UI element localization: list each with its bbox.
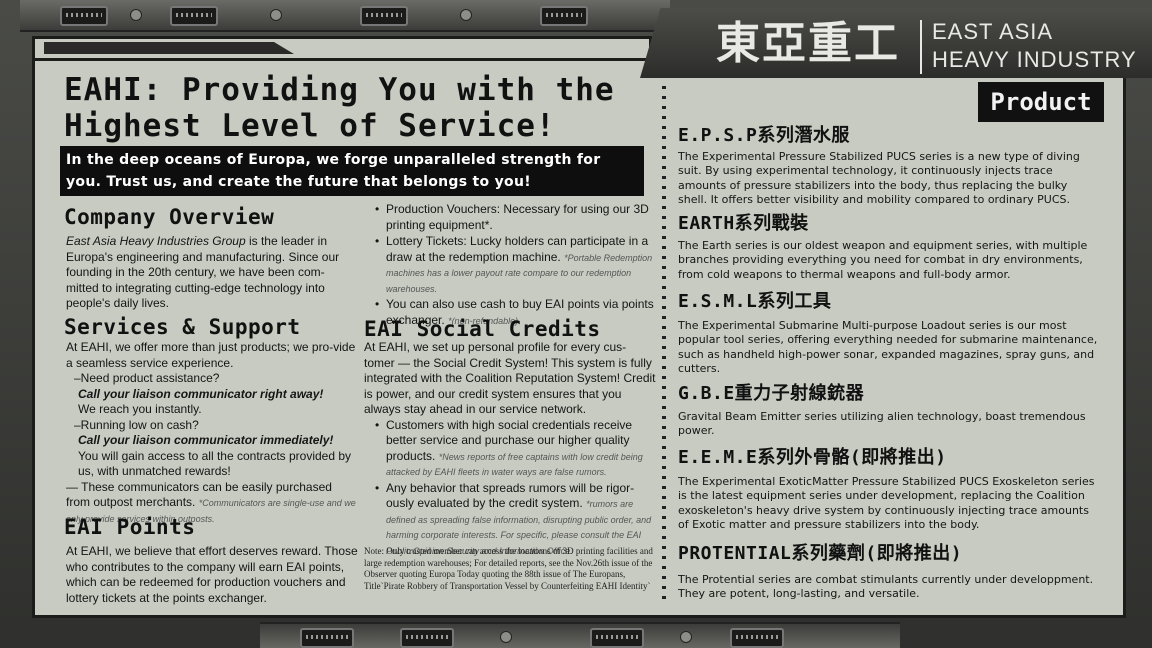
logo-line-2: HEAVY INDUSTRY [932,47,1137,72]
product-desc-earth: The Earth series is our oldest weapon an… [678,239,1088,281]
logo-chinese: 東亞重工 [716,18,900,69]
screw [130,9,142,21]
connector-port [60,6,108,26]
credits-text: At EAHI, we set up personal profile for … [364,340,656,559]
product-title-esml: E.S.M.L系列工具 [678,291,832,312]
footnote: Note: Only trusted member can access the… [364,546,653,591]
product-desc-esml: The Experimental Submarine Multi-purpose… [678,319,1098,376]
product-desc-epsp: The Experimental Pressure Stabilized PUC… [678,150,1080,207]
points-text: At EAHI, we believe that effort deserves… [66,544,358,605]
connector-port [540,6,588,26]
connector-port [400,628,454,648]
page-title: EAHI: Providing You with the Highest Lev… [64,72,644,144]
company-name: East Asia Heavy Industries Group [66,234,246,248]
product-title-gbe: G.B.E重力子射線銃器 [678,383,865,404]
section-title-services: Services & Support [64,315,301,339]
section-title-credits: EAI Social Credits [364,317,601,341]
services-text: At EAHI, we offer more than just product… [66,340,356,526]
logo-divider [920,20,922,74]
top-metal-rail [20,0,670,32]
logo-line-1: EAST ASIA [932,19,1054,44]
product-desc-protential: The Protential series are combat stimula… [678,573,1094,601]
overview-text: East Asia Heavy Industries Group is the … [66,234,356,312]
connector-port [590,628,644,648]
list-item: Production Vouchers: Necessary for using… [375,202,656,233]
product-title-epsp: E.P.S.P系列潛水服 [678,125,850,146]
services-a1-strong: Call your liaison communicator right awa… [78,386,324,401]
screw [500,631,512,643]
connector-port [170,6,218,26]
product-tag[interactable]: Product [978,82,1104,122]
services-a2: You will gain access to all the contract… [78,448,352,479]
screw [680,631,692,643]
services-a2-strong: Call your liaison communicator immediate… [78,433,334,447]
column-divider [662,86,666,606]
product-desc-gbe: Gravital Beam Emitter series utilizing a… [678,410,1086,438]
connector-port [300,628,354,648]
services-q1: –Need product assistance? [74,371,220,385]
logo-english: EAST ASIA HEAVY INDUSTRY [932,18,1137,74]
title-line-2: Highest Level of Service! [64,108,556,144]
voucher-item-1: Production Vouchers: Necessary for using… [386,202,649,232]
screw [270,9,282,21]
list-item: Customers with high social credentials r… [375,418,656,480]
services-intro: At EAHI, we offer more than just product… [66,340,356,370]
product-desc-eeme: The Experimental ExoticMatter Pressure S… [678,475,1095,532]
screw [460,9,472,21]
list-item: Lottery Tickets: Lucky holders can parti… [375,234,656,296]
product-title-protential: PROTENTIAL系列藥劑(即將推出) [678,543,963,564]
voucher-list: Production Vouchers: Necessary for using… [374,202,656,329]
services-a1: We reach you instantly. [78,402,202,416]
connector-port [730,628,784,648]
bottom-metal-rail [260,622,900,648]
section-title-points: EAI Points [64,515,196,539]
screen: 東亞重工 EAST ASIA HEAVY INDUSTRY Product EA… [0,0,1152,648]
product-title-eeme: E.E.M.E系列外骨骼(即將推出) [678,447,947,468]
title-line-1: EAHI: Providing You with the [64,72,615,108]
product-title-earth: EARTH系列戰裝 [678,213,809,234]
services-q2: –Running low on cash? [74,417,199,432]
section-title-overview: Company Overview [64,205,275,229]
connector-port [360,6,408,26]
slogan-banner: In the deep oceans of Europa, we forge u… [60,146,644,196]
header-stripe [44,42,294,54]
credits-body: At EAHI, we set up personal profile for … [364,340,656,416]
